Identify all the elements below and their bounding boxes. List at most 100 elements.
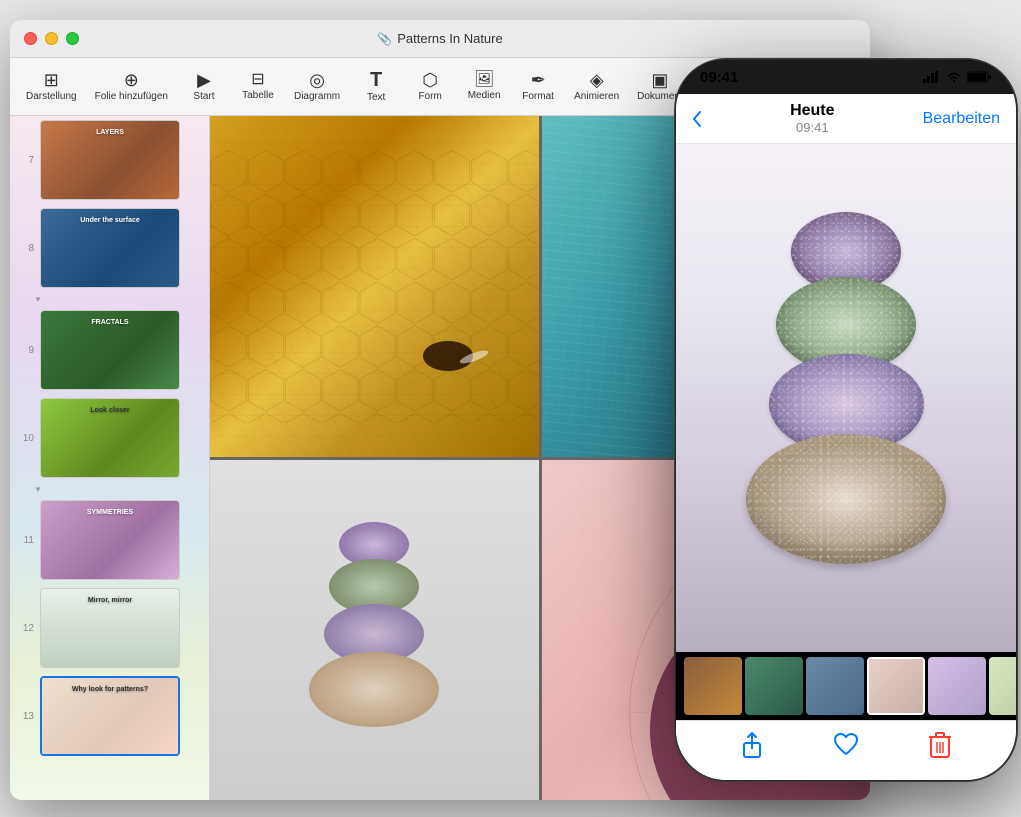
text-label: Text bbox=[367, 92, 385, 103]
maximize-button[interactable] bbox=[66, 32, 79, 45]
toolbar-form[interactable]: ⬡ Form bbox=[404, 67, 456, 106]
darstellung-icon: ⊞ bbox=[44, 71, 59, 89]
medien-icon: 🖼 bbox=[474, 72, 494, 88]
animieren-icon: ◈ bbox=[590, 71, 604, 89]
thumbnail-1[interactable] bbox=[684, 657, 742, 715]
slide-8-label: Under the surface bbox=[41, 217, 179, 224]
toolbar-medien[interactable]: 🖼 Medien bbox=[458, 68, 510, 105]
title-bar: 📎 Patterns In Nature bbox=[10, 20, 870, 58]
slide-cell-urchin-stack[interactable] bbox=[210, 460, 539, 801]
photos-header: Heute 09:41 Bearbeiten bbox=[676, 94, 1016, 144]
slide-number-12: 12 bbox=[16, 623, 34, 634]
toolbar-folie[interactable]: ⊕ Folie hinzufügen bbox=[87, 67, 176, 106]
chevron-down-icon: ▼ bbox=[34, 295, 42, 304]
back-chevron-icon bbox=[692, 110, 702, 128]
toolbar-tabelle[interactable]: ⊟ Tabelle bbox=[232, 68, 284, 105]
diagramm-label: Diagramm bbox=[294, 91, 340, 102]
slide-number-10: 10 bbox=[16, 433, 34, 444]
slide-thumb-9[interactable]: FRACTALS bbox=[40, 310, 180, 390]
thumbnail-3[interactable] bbox=[806, 657, 864, 715]
slide-number-7: 7 bbox=[16, 155, 34, 166]
text-icon: T bbox=[370, 70, 382, 90]
urchin-4 bbox=[746, 434, 946, 564]
slide-number-8: 8 bbox=[16, 243, 34, 254]
slide-panel[interactable]: 7 LAYERS 8 Under the surface ▼ bbox=[10, 116, 210, 800]
slide-item-8[interactable]: 8 Under the surface bbox=[10, 204, 209, 292]
thumbnail-strip[interactable] bbox=[676, 652, 1016, 720]
slide-number-9: 9 bbox=[16, 345, 34, 356]
darstellung-label: Darstellung bbox=[26, 91, 77, 102]
slide-12-label: Mirror, mirror bbox=[41, 597, 179, 604]
slide-10-label: Look closer bbox=[41, 407, 179, 414]
folie-icon: ⊕ bbox=[124, 71, 139, 89]
slide-item-7[interactable]: 7 LAYERS bbox=[10, 116, 209, 204]
photos-nav: Heute 09:41 Bearbeiten bbox=[692, 102, 1000, 135]
form-icon: ⬡ bbox=[422, 71, 438, 89]
photos-edit-button[interactable]: Bearbeiten bbox=[923, 110, 1000, 128]
iphone-status-bar: 09:41 bbox=[676, 60, 1016, 94]
thumbnail-2[interactable] bbox=[745, 657, 803, 715]
share-icon bbox=[740, 731, 764, 759]
slide-item-12[interactable]: 12 Mirror, mirror bbox=[10, 584, 209, 672]
slide-cell-bee[interactable] bbox=[210, 116, 539, 457]
thumbnail-6[interactable] bbox=[989, 657, 1016, 715]
slide-thumb-8[interactable]: Under the surface bbox=[40, 208, 180, 288]
iphone-bottom-toolbar bbox=[676, 720, 1016, 780]
slide-item-11[interactable]: 11 SYMMETRIES bbox=[10, 496, 209, 584]
iphone-screen: Heute 09:41 Bearbeiten bbox=[676, 94, 1016, 780]
slide-item-9[interactable]: 9 FRACTALS bbox=[10, 306, 209, 394]
traffic-lights bbox=[24, 32, 79, 45]
thumbnail-5[interactable] bbox=[928, 657, 986, 715]
slide-thumb-11[interactable]: SYMMETRIES bbox=[40, 500, 180, 580]
dokument-icon: ▣ bbox=[651, 71, 668, 89]
slide-thumb-7[interactable]: LAYERS bbox=[40, 120, 180, 200]
iphone: 09:41 bbox=[676, 60, 1016, 780]
photos-back-button[interactable] bbox=[692, 110, 702, 128]
trash-button[interactable] bbox=[928, 731, 952, 762]
section-label-11: ▼ bbox=[10, 482, 209, 496]
urchin-stack-group bbox=[309, 522, 439, 727]
urchin-stack-main bbox=[746, 212, 946, 564]
toolbar-start[interactable]: ▶ Start bbox=[178, 67, 230, 106]
title-icon: 📎 bbox=[377, 32, 392, 46]
tabelle-icon: ⊟ bbox=[251, 72, 264, 88]
photos-date-title: Heute bbox=[702, 102, 923, 120]
heart-button[interactable] bbox=[832, 732, 860, 761]
status-time: 09:41 bbox=[700, 69, 738, 86]
slide-9-label: FRACTALS bbox=[41, 319, 179, 326]
animieren-label: Animieren bbox=[574, 91, 619, 102]
heart-icon bbox=[832, 732, 860, 758]
battery-icon bbox=[967, 71, 992, 83]
toolbar-diagramm[interactable]: ◎ Diagramm bbox=[286, 67, 348, 106]
toolbar-darstellung[interactable]: ⊞ Darstellung bbox=[18, 67, 85, 106]
slide-thumb-12[interactable]: Mirror, mirror bbox=[40, 588, 180, 668]
format-icon: ✒ bbox=[531, 71, 546, 89]
slide-item-13[interactable]: 13 Why look for patterns? bbox=[10, 672, 209, 760]
slide-thumb-13[interactable]: Why look for patterns? bbox=[40, 676, 180, 756]
chevron-down-icon-2: ▼ bbox=[34, 485, 42, 494]
trash-icon bbox=[928, 731, 952, 759]
tabelle-label: Tabelle bbox=[242, 90, 274, 101]
share-button[interactable] bbox=[740, 731, 764, 762]
slide-thumb-10[interactable]: Look closer bbox=[40, 398, 180, 478]
minimize-button[interactable] bbox=[45, 32, 58, 45]
slide-7-label: LAYERS bbox=[41, 129, 179, 136]
close-button[interactable] bbox=[24, 32, 37, 45]
thumbnail-4-active[interactable] bbox=[867, 657, 925, 715]
photos-main-image[interactable] bbox=[676, 144, 1016, 652]
start-icon: ▶ bbox=[197, 71, 211, 89]
toolbar-text[interactable]: T Text bbox=[350, 66, 402, 107]
slide-13-label: Why look for patterns? bbox=[42, 686, 178, 693]
slide-item-10[interactable]: 10 Look closer bbox=[10, 394, 209, 482]
signal-icon bbox=[923, 71, 941, 83]
diagramm-icon: ◎ bbox=[309, 71, 325, 89]
medien-label: Medien bbox=[468, 90, 501, 101]
urchin-4-spines bbox=[746, 434, 946, 564]
honeycomb-svg bbox=[210, 116, 539, 457]
urchin-bottom bbox=[309, 652, 439, 727]
toolbar-format[interactable]: ✒ Format bbox=[512, 67, 564, 106]
slide-number-13: 13 bbox=[16, 711, 34, 722]
toolbar-animieren[interactable]: ◈ Animieren bbox=[566, 67, 627, 106]
folie-label: Folie hinzufügen bbox=[95, 91, 168, 102]
window-title: 📎 Patterns In Nature bbox=[377, 31, 502, 46]
